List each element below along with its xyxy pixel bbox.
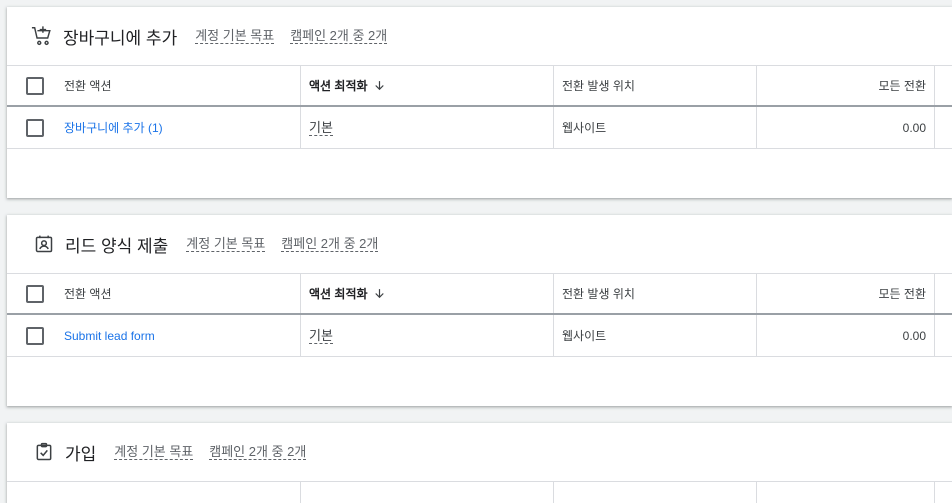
cell-conversion-source: 웹사이트 (554, 315, 757, 356)
source-value: 웹사이트 (562, 121, 607, 135)
header-label: 모든 전환 (878, 79, 927, 93)
header-conversion-source: 전환 발생 위치 (554, 274, 757, 313)
account-default-goal-link[interactable]: 계정 기본 목표 (186, 236, 266, 252)
header-conversion-source: 전환 발생 위치 (554, 66, 757, 105)
cell-conversion-action: Submit lead form (7, 315, 301, 356)
goal-card-sign-up: 가입 계정 기본 목표 캠페인 2개 중 2개 (7, 423, 952, 503)
header-label: 전환 액션 (64, 79, 112, 93)
cell-all-conversions: 0.00 (757, 107, 935, 148)
cell-conversion-source: 웹사이트 (554, 107, 757, 148)
header-all-conversions (757, 482, 935, 503)
optimization-value[interactable]: 기본 (309, 120, 333, 136)
goal-title: 리드 양식 제출 (65, 236, 169, 256)
select-all-checkbox[interactable] (26, 284, 44, 303)
campaign-count-link[interactable]: 캠페인 2개 중 2개 (290, 28, 388, 44)
header-action-optimization[interactable]: 액션 최적화 (301, 66, 554, 105)
header-label: 액션 최적화 (309, 79, 368, 93)
source-value: 웹사이트 (562, 329, 607, 343)
goal-card-add-to-cart: 장바구니에 추가 계정 기본 목표 캠페인 2개 중 2개 전환 액션 액션 최… (7, 7, 952, 198)
cell-action-optimization: 기본 (301, 315, 554, 356)
header-conversion-action: 전환 액션 (7, 66, 301, 105)
account-default-goal-link[interactable]: 계정 기본 목표 (114, 444, 194, 460)
header-label: 모든 전환 (878, 287, 927, 301)
goal-card-header: 리드 양식 제출 계정 기본 목표 캠페인 2개 중 2개 (7, 215, 952, 273)
contact-form-icon (33, 233, 55, 255)
campaign-count-link[interactable]: 캠페인 2개 중 2개 (281, 236, 379, 252)
header-action-optimization (301, 482, 554, 503)
header-overflow (935, 482, 952, 503)
header-conversion-source (554, 482, 757, 503)
table-header-row: 전환 액션 액션 최적화 전환 발생 위치 모든 전환 (7, 274, 952, 315)
goal-title: 장바구니에 추가 (63, 28, 178, 48)
optimization-value[interactable]: 기본 (309, 328, 333, 344)
cell-action-optimization: 기본 (301, 107, 554, 148)
goal-title: 가입 (65, 444, 97, 464)
table-header-row: 전환 액션 액션 최적화 전환 발생 위치 모든 전환 (7, 66, 952, 107)
cell-overflow (935, 315, 952, 356)
cell-all-conversions: 0.00 (757, 315, 935, 356)
campaign-count-link[interactable]: 캠페인 2개 중 2개 (209, 444, 307, 460)
table-header-row (7, 482, 952, 503)
row-checkbox[interactable] (26, 326, 44, 345)
header-conversion-action: 전환 액션 (7, 274, 301, 313)
arrow-down-icon (373, 79, 386, 92)
cell-conversion-action: 장바구니에 추가 (1) (7, 107, 301, 148)
account-default-goal-link[interactable]: 계정 기본 목표 (195, 28, 275, 44)
conversion-table: 전환 액션 액션 최적화 전환 발생 위치 모든 전환 Submit lead … (7, 273, 952, 357)
header-label: 전환 액션 (64, 287, 112, 301)
header-label: 액션 최적화 (309, 287, 368, 301)
row-checkbox[interactable] (26, 118, 44, 137)
header-overflow (935, 66, 952, 105)
table-row: Submit lead form 기본 웹사이트 0.00 (7, 315, 952, 357)
goal-card-header: 장바구니에 추가 계정 기본 목표 캠페인 2개 중 2개 (7, 7, 952, 65)
arrow-down-icon (373, 287, 386, 300)
header-all-conversions: 모든 전환 (757, 66, 935, 105)
goal-card-lead-form: 리드 양식 제출 계정 기본 목표 캠페인 2개 중 2개 전환 액션 액션 최… (7, 215, 952, 406)
conversion-table: 전환 액션 액션 최적화 전환 발생 위치 모든 전환 장바구니에 추가 (1) (7, 65, 952, 149)
clipboard-check-icon (33, 441, 55, 463)
header-label: 전환 발생 위치 (562, 79, 635, 93)
all-conversions-value: 0.00 (902, 120, 926, 135)
header-label: 전환 발생 위치 (562, 287, 635, 301)
add-shopping-cart-icon (31, 25, 53, 47)
select-all-checkbox[interactable] (26, 76, 44, 95)
table-row: 장바구니에 추가 (1) 기본 웹사이트 0.00 (7, 107, 952, 149)
header-overflow (935, 274, 952, 313)
goal-card-header: 가입 계정 기본 목표 캠페인 2개 중 2개 (7, 423, 952, 481)
cell-overflow (935, 107, 952, 148)
conversion-action-link[interactable]: 장바구니에 추가 (1) (64, 119, 163, 136)
conversion-table (7, 481, 952, 503)
header-conversion-action (7, 482, 301, 503)
header-action-optimization[interactable]: 액션 최적화 (301, 274, 554, 313)
all-conversions-value: 0.00 (902, 328, 926, 343)
header-all-conversions: 모든 전환 (757, 274, 935, 313)
conversion-action-link[interactable]: Submit lead form (64, 329, 155, 343)
